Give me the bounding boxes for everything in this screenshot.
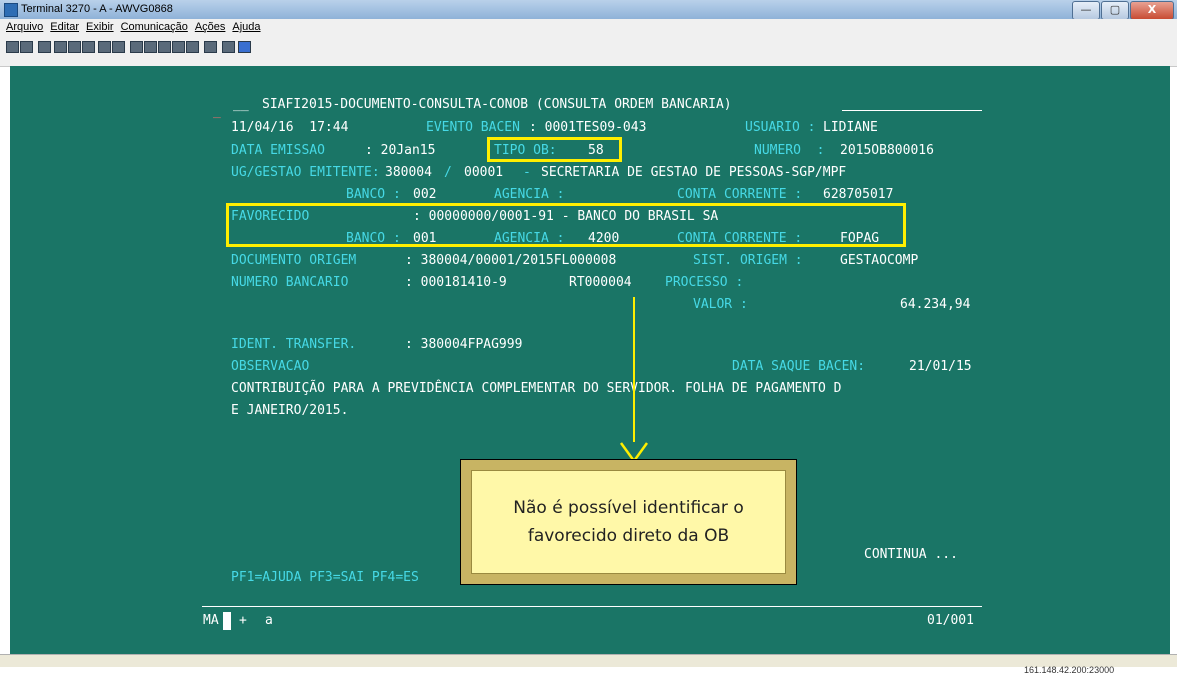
transfer-icon[interactable] [158,41,171,53]
window-titlebar: Terminal 3270 - A - AWVG0868 — ▢ X [0,0,1177,20]
ug-separator: / [444,165,452,180]
annotation-line-1: Não é possível identificar o [513,498,744,518]
banco-label: BANCO : [346,187,401,202]
play-icon[interactable] [186,41,199,53]
command-line-separator [202,606,982,607]
upload-icon[interactable] [130,41,143,53]
window-controls: — ▢ X [1071,1,1174,20]
keyboard-icon[interactable] [172,41,185,53]
valor-label: VALOR : [693,297,748,312]
evento-label: EVENTO BACEN [426,120,520,135]
annotation-arrow-line [633,297,635,442]
title-underline [842,110,982,111]
numero-value: 2015OB800016 [840,143,934,158]
doc-origem-value: : 380004/00001/2015FL000008 [405,253,617,268]
title-prefix: __ [233,97,249,112]
num-bancario-label: NUMERO BANCARIO [231,275,349,290]
annotation-callout: Não é possível identificar o favorecido … [460,459,797,585]
pf-keys: PF1=AJUDA PF3=SAI PF4=ES [231,570,419,585]
command-prefix: MA [203,613,219,628]
close-button[interactable]: X [1130,1,1174,20]
menu-exibir[interactable]: Exibir [86,21,114,33]
ident-transfer-label: IDENT. TRANSFER. [231,337,357,352]
menu-acoes[interactable]: Ações [195,21,226,33]
connection-address: 161.148.42.200:23000 [1024,665,1115,675]
screen-cursor-marker: _ [213,104,221,119]
sist-origem-label: SIST. ORIGEM : [693,253,803,268]
screen-title: SIAFI2015-DOCUMENTO-CONSULTA-CONOB (CONS… [262,97,732,112]
copy-screen-icon[interactable] [222,41,235,53]
print-icon[interactable] [82,41,95,53]
conta-corrente-label: CONTA CORRENTE : [677,187,803,202]
data-emissao-label: DATA EMISSAO [231,143,325,158]
menu-bar: Arquivo Editar Exibir Comunicação Ações … [0,19,1177,35]
page-indicator: 01/001 [927,613,974,628]
data-emissao-value: : 20Jan15 [365,143,436,158]
date-time: 11/04/16 17:44 [231,120,349,135]
status-bar [0,654,1177,667]
terminal-app-icon [4,3,18,17]
menu-ajuda[interactable]: Ajuda [232,21,260,33]
ident-transfer-value: : 380004FPAG999 [405,337,523,352]
annotation-line-2: favorecido direto da OB [527,526,730,546]
banco-value: 002 [413,187,437,202]
usuario-label: USUARIO : [745,120,816,135]
ug-gestao-label: UG/GESTAO EMITENTE: [231,165,380,180]
settings-icon[interactable] [204,41,217,53]
ug-value: 380004 [385,165,432,180]
data-saque-value: 21/01/15 [909,359,972,374]
conta-corrente-value: 628705017 [823,187,894,202]
doc-origem-label: DOCUMENTO ORIGEM [231,253,357,268]
menu-comunicacao[interactable]: Comunicação [121,21,188,33]
observacao-line-1: CONTRIBUIÇÃO PARA A PREVIDÊNCIA COMPLEME… [231,381,842,396]
usuario-value: LIDIANE [823,120,878,135]
copy-icon[interactable] [54,41,67,53]
data-saque-label: DATA SAQUE BACEN: [732,359,866,374]
ug-name: SECRETARIA DE GESTAO DE PESSOAS-SGP/MPF [541,165,847,180]
toolbar [0,35,1177,67]
minimize-button[interactable]: — [1072,1,1100,20]
gestao-value: 00001 [464,165,504,180]
agencia-label: AGENCIA : [494,187,565,202]
cut-icon[interactable] [68,41,81,53]
numero-label: NUMERO : [754,143,825,158]
rt-value: RT000004 [569,275,632,290]
observacao-line-2: E JANEIRO/2015. [231,403,349,418]
num-bancario-value: : 000181410-9 [405,275,507,290]
grid-icon[interactable] [112,41,125,53]
sist-origem-value: GESTAOCOMP [840,253,919,268]
maximize-button[interactable]: ▢ [1101,1,1129,20]
annotation-callout-inner: Não é possível identificar o favorecido … [471,470,786,574]
paste-icon[interactable] [38,41,51,53]
help-icon[interactable] [238,41,251,53]
macro-icon[interactable] [98,41,111,53]
annotation-text: Não é possível identificar o favorecido … [513,494,743,550]
window-title: Terminal 3270 - A - AWVG0868 [21,3,173,15]
new-session-icon[interactable] [6,41,19,53]
menu-arquivo[interactable]: Arquivo [6,21,43,33]
close-session-icon[interactable] [20,41,33,53]
command-input[interactable]: a [265,612,273,630]
ug-dash: - [523,165,531,180]
download-icon[interactable] [144,41,157,53]
favorecido-highlight [226,203,906,247]
valor-value: 64.234,94 [900,297,971,312]
tipo-ob-highlight [487,137,622,162]
processo-label: PROCESSO : [665,275,744,290]
text-cursor [223,612,231,630]
observacao-label: OBSERVACAO [231,359,310,374]
continua-text: CONTINUA ... [864,547,958,562]
command-plus: + [239,613,247,628]
evento-value: : 0001TES09-043 [529,120,647,135]
menu-editar[interactable]: Editar [50,21,79,33]
